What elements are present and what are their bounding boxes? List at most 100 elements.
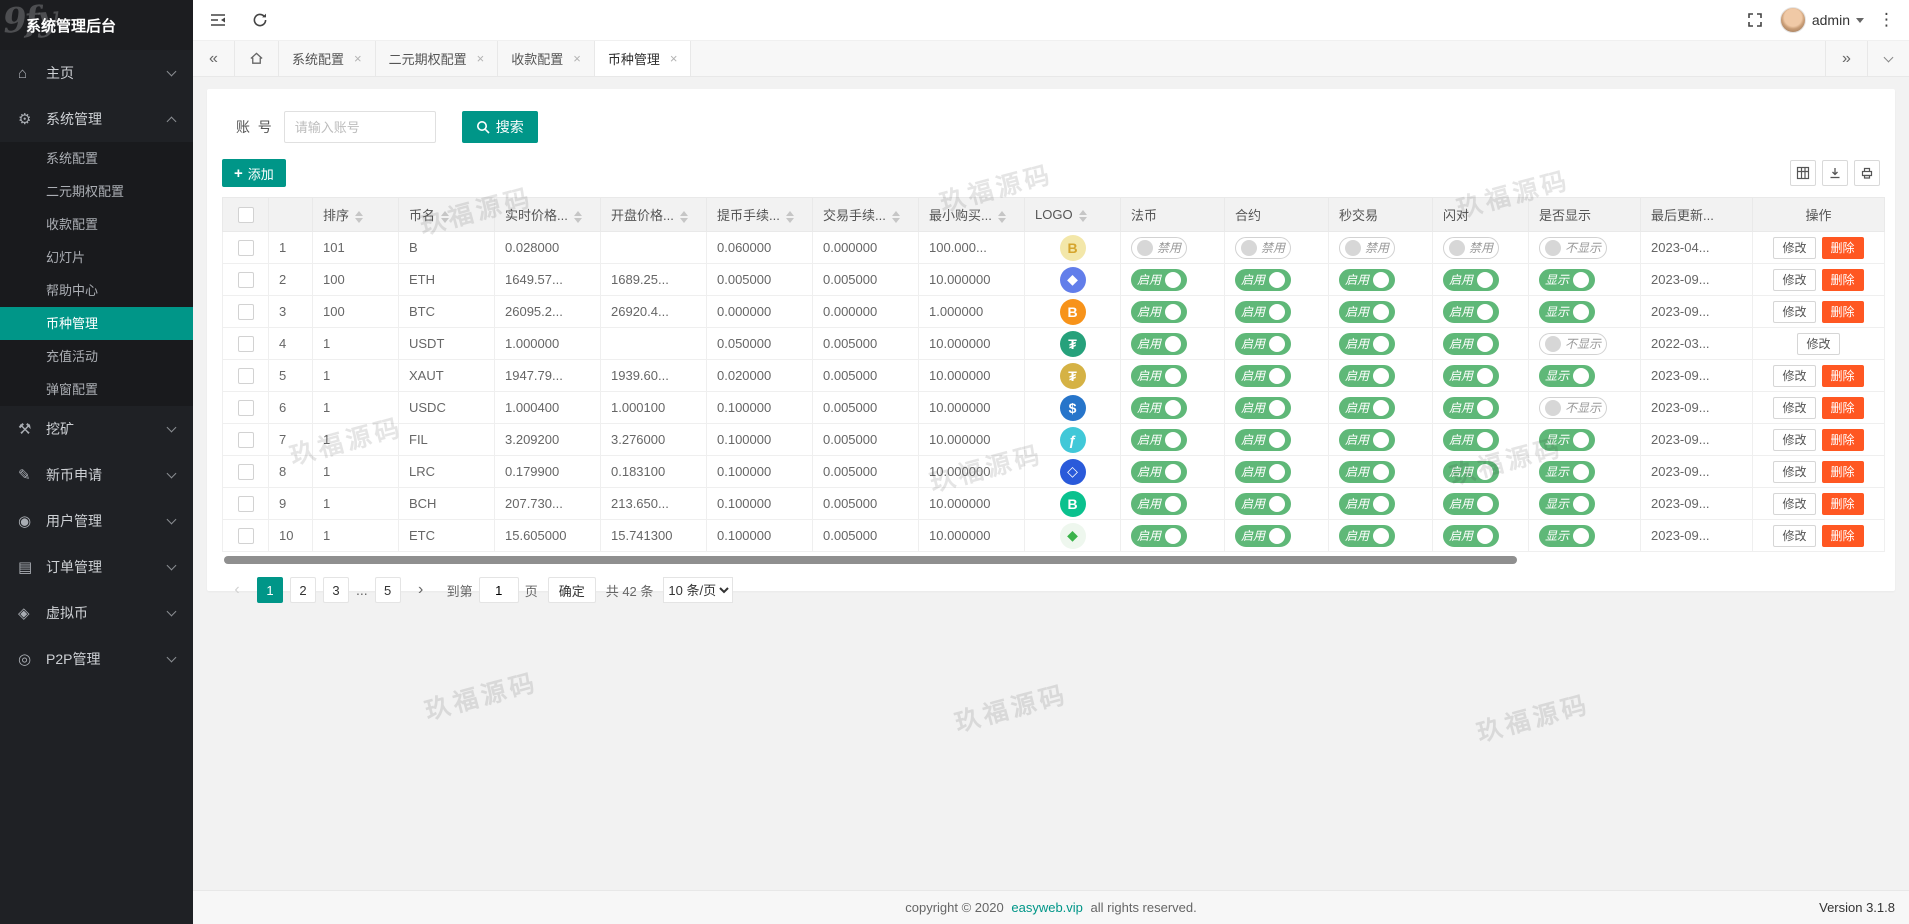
sidebar-item-home[interactable]: ⌂主页 [0,50,193,96]
close-icon[interactable]: × [573,51,581,66]
edit-button[interactable]: 修改 [1773,365,1815,387]
refresh-icon[interactable] [249,9,271,31]
easyweb-link[interactable]: easyweb.vip [1011,900,1083,915]
page-prev-button[interactable]: ‹ [224,577,250,603]
edit-button[interactable]: 修改 [1773,525,1815,547]
edit-button[interactable]: 修改 [1773,461,1815,483]
sidebar-item-new-coin[interactable]: ✎新币申请 [0,452,193,498]
col-header-logo[interactable]: LOGO [1025,198,1121,232]
toggle-switch-on[interactable]: 启用 [1235,493,1291,515]
close-icon[interactable]: × [477,51,485,66]
toggle-switch-off[interactable]: 不显示 [1539,333,1607,355]
col-header-coin[interactable]: 币名 [399,198,495,232]
toggle-switch-on[interactable]: 显示 [1539,269,1595,291]
sidebar-item-virtual-coin[interactable]: ◈虚拟币 [0,590,193,636]
row-checkbox[interactable] [238,304,254,320]
toggle-switch-on[interactable]: 启用 [1339,333,1395,355]
tab-系统配置[interactable]: 系统配置× [279,41,376,76]
toggle-switch-on[interactable]: 启用 [1131,429,1187,451]
toggle-switch-on[interactable]: 启用 [1443,269,1499,291]
export-button[interactable] [1822,160,1848,186]
sort-icon[interactable] [680,211,688,223]
toggle-switch-on[interactable]: 启用 [1131,525,1187,547]
sidebar-subitem-幻灯片[interactable]: 幻灯片 [0,241,193,274]
row-checkbox[interactable] [238,496,254,512]
delete-button[interactable]: 删除 [1822,397,1864,419]
sidebar-item-mining[interactable]: ⚒挖矿 [0,406,193,452]
row-checkbox[interactable] [238,432,254,448]
toggle-switch-on[interactable]: 启用 [1443,429,1499,451]
row-checkbox[interactable] [238,336,254,352]
toggle-switch-on[interactable]: 启用 [1235,397,1291,419]
toggle-switch-on[interactable]: 启用 [1339,301,1395,323]
toggle-switch-on[interactable]: 启用 [1443,493,1499,515]
delete-button[interactable]: 删除 [1822,525,1864,547]
row-checkbox[interactable] [238,240,254,256]
row-checkbox[interactable] [238,272,254,288]
toggle-switch-on[interactable]: 启用 [1131,461,1187,483]
toggle-switch-on[interactable]: 显示 [1539,493,1595,515]
toggle-switch-on[interactable]: 启用 [1235,333,1291,355]
sort-icon[interactable] [441,211,449,223]
toggle-switch-on[interactable]: 显示 [1539,429,1595,451]
col-header-trade_fee[interactable]: 交易手续... [813,198,919,232]
toggle-switch-on[interactable]: 启用 [1131,301,1187,323]
sidebar-subitem-二元期权配置[interactable]: 二元期权配置 [0,175,193,208]
print-button[interactable] [1854,160,1880,186]
col-header-min_buy[interactable]: 最小购买... [919,198,1025,232]
toggle-switch-on[interactable]: 显示 [1539,365,1595,387]
toggle-switch-on[interactable]: 启用 [1339,493,1395,515]
search-button[interactable]: 搜索 [462,111,538,143]
confirm-button[interactable]: 确定 [548,577,596,603]
toggle-switch-on[interactable]: 启用 [1131,397,1187,419]
sidebar-item-users[interactable]: ◉用户管理 [0,498,193,544]
filter-columns-button[interactable] [1790,160,1816,186]
toggle-switch-on[interactable]: 启用 [1339,269,1395,291]
toggle-switch-on[interactable]: 启用 [1131,493,1187,515]
toggle-switch-on[interactable]: 启用 [1339,525,1395,547]
sort-icon[interactable] [574,211,582,223]
edit-button[interactable]: 修改 [1773,237,1815,259]
toggle-switch-on[interactable]: 启用 [1235,269,1291,291]
toggle-switch-on[interactable]: 显示 [1539,461,1595,483]
fullscreen-icon[interactable] [1744,9,1766,31]
toggle-switch-on[interactable]: 启用 [1339,429,1395,451]
page-button-3[interactable]: 3 [323,577,349,603]
col-header-sort[interactable]: 排序 [313,198,399,232]
sidebar-subitem-弹窗配置[interactable]: 弹窗配置 [0,373,193,406]
toggle-switch-on[interactable]: 启用 [1235,525,1291,547]
toggle-switch-off[interactable]: 禁用 [1339,237,1395,259]
edit-button[interactable]: 修改 [1773,397,1815,419]
page-next-button[interactable]: › [408,577,434,603]
toggle-switch-on[interactable]: 启用 [1131,365,1187,387]
tabs-scroll-left-icon[interactable]: « [193,41,235,76]
sidebar-subitem-系统配置[interactable]: 系统配置 [0,142,193,175]
sidebar-item-orders[interactable]: ▤订单管理 [0,544,193,590]
page-button-1[interactable]: 1 [257,577,283,603]
more-menu-icon[interactable]: ⋮ [1878,10,1895,30]
toggle-switch-on[interactable]: 启用 [1443,525,1499,547]
delete-button[interactable]: 删除 [1822,301,1864,323]
toggle-switch-on[interactable]: 启用 [1443,461,1499,483]
row-checkbox[interactable] [238,528,254,544]
row-checkbox[interactable] [238,368,254,384]
delete-button[interactable]: 删除 [1822,365,1864,387]
toggle-switch-on[interactable]: 启用 [1443,333,1499,355]
collapse-sidebar-icon[interactable] [207,9,229,31]
sort-icon[interactable] [998,211,1006,223]
user-menu[interactable]: admin [1780,7,1864,33]
edit-button[interactable]: 修改 [1773,493,1815,515]
toggle-switch-on[interactable]: 启用 [1235,301,1291,323]
close-icon[interactable]: × [354,51,362,66]
sort-icon[interactable] [892,211,900,223]
toggle-switch-on[interactable]: 启用 [1235,461,1291,483]
toggle-switch-on[interactable]: 启用 [1131,269,1187,291]
sidebar-subitem-充值活动[interactable]: 充值活动 [0,340,193,373]
toggle-switch-off[interactable]: 禁用 [1443,237,1499,259]
tab-二元期权配置[interactable]: 二元期权配置× [376,41,499,76]
delete-button[interactable]: 删除 [1822,237,1864,259]
page-button-2[interactable]: 2 [290,577,316,603]
tab-收款配置[interactable]: 收款配置× [498,41,595,76]
row-checkbox[interactable] [238,464,254,480]
edit-button[interactable]: 修改 [1773,429,1815,451]
